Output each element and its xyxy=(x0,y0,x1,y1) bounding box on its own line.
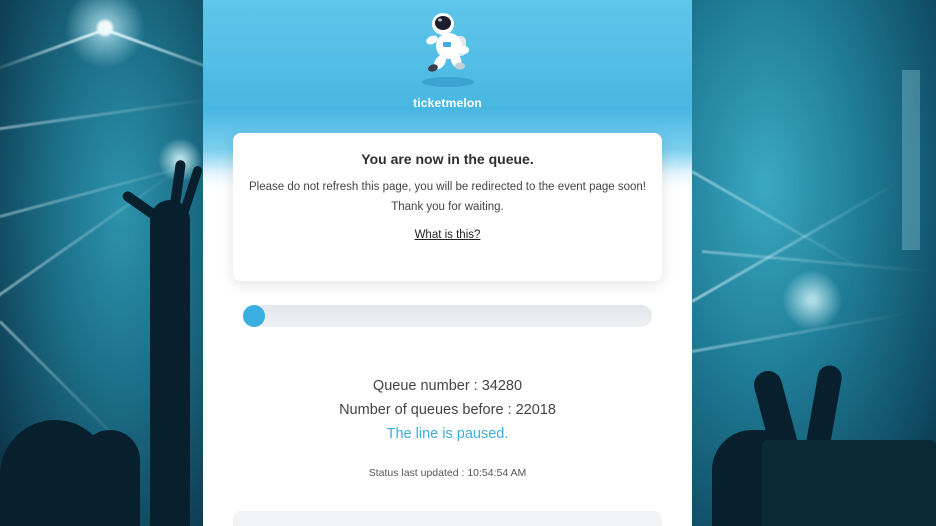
queue-notice-body: Please do not refresh this page, you wil… xyxy=(248,181,646,213)
queue-panel: ticketmelon You are now in the queue. Pl… xyxy=(203,0,692,526)
queue-progress-fill xyxy=(243,305,265,327)
status-last-updated: Status last updated : 10:54:54 AM xyxy=(368,467,527,479)
brand-name: ticketmelon xyxy=(413,96,482,110)
queue-notice-card: You are now in the queue. Please do not … xyxy=(233,133,662,281)
queue-status-message: The line is paused. xyxy=(386,426,509,442)
queue-progress-bar xyxy=(243,305,652,327)
what-is-this-link[interactable]: What is this? xyxy=(415,229,481,241)
queue-page: ticketmelon You are now in the queue. Pl… xyxy=(0,0,936,526)
queue-info: Queue number : 34280 Number of queues be… xyxy=(203,374,692,446)
brand-logo xyxy=(203,8,692,88)
concert-background-right xyxy=(692,0,936,526)
astronaut-icon xyxy=(418,8,478,88)
queue-notice-title: You are now in the queue. xyxy=(361,151,534,167)
queue-number: Queue number : 34280 xyxy=(372,378,523,394)
bottom-info-card xyxy=(233,511,662,526)
queues-before: Number of queues before : 22018 xyxy=(339,402,556,418)
concert-background-left xyxy=(0,0,203,526)
